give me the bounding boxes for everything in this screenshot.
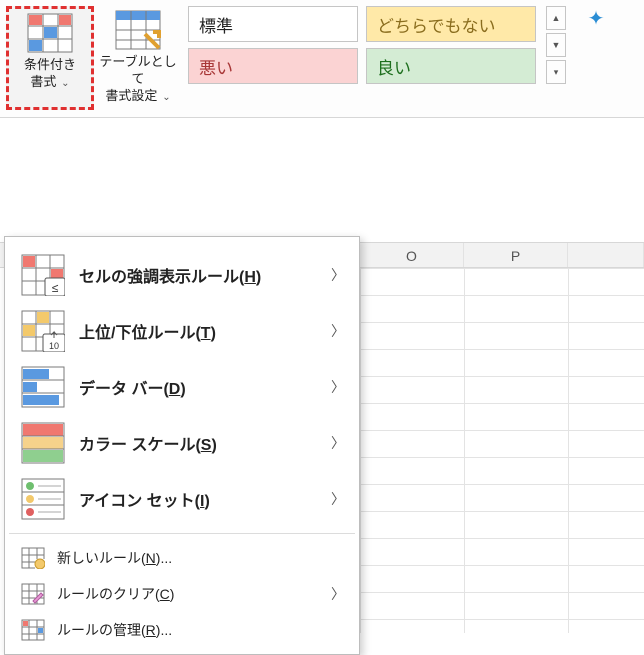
menu-top-bottom-rules[interactable]: 10 上位/下位ルール(T) 〉 [5,303,359,359]
format-as-table-button[interactable]: テーブルとして 書式設定 ⌄ [94,6,182,110]
ribbon-extra-icon[interactable]: ✦ [586,6,606,30]
new-rule-icon [21,547,45,569]
ribbon-styles-group: 条件付き 書式 ⌄ テーブルとして 書式設定 ⌄ 標準 どちらでもない 悪い [0,0,644,118]
gallery-scroll-up[interactable]: ▲ [546,6,566,30]
format-as-table-icon [115,10,161,50]
cell-style-bad[interactable]: 悪い [188,48,358,84]
cond-format-label-1: 条件付き [24,57,76,72]
top-bottom-icon: 10 [21,310,65,352]
manage-rules-icon [21,619,45,641]
menu-clear-rules[interactable]: ルールのクリア(C) 〉 [5,576,359,612]
chevron-right-icon: 〉 [331,321,345,341]
chevron-right-icon: 〉 [331,489,345,509]
highlight-cells-icon: ≤ [21,254,65,296]
menu-color-scales[interactable]: カラー スケール(S) 〉 [5,415,359,471]
menu-separator [9,533,355,534]
chevron-right-icon: 〉 [331,584,345,604]
data-bars-icon [21,366,65,408]
chevron-down-icon: ⌄ [159,92,170,103]
chevron-right-icon: 〉 [331,265,345,285]
conditional-formatting-button[interactable]: 条件付き 書式 ⌄ [6,6,94,110]
cell-style-good[interactable]: 良い [366,48,536,84]
menu-manage-rules[interactable]: ルールの管理(R)... [5,612,359,648]
conditional-formatting-icon [27,13,73,53]
menu-new-rule[interactable]: 新しいルール(N)... [5,540,359,576]
menu-data-bars[interactable]: データ バー(D) 〉 [5,359,359,415]
style-gallery-spinner: ▲ ▼ ▾ [546,6,566,84]
menu-icon-sets[interactable]: アイコン セット(I) 〉 [5,471,359,527]
color-scales-icon [21,422,65,464]
table-format-label-1: テーブルとして [99,54,176,86]
column-header-p[interactable]: P [464,243,568,267]
table-format-label-2: 書式設定 [105,88,157,103]
gallery-expand[interactable]: ▾ [546,60,566,84]
svg-text:≤: ≤ [52,281,59,295]
chevron-down-icon: ⌄ [58,78,69,89]
cell-style-neutral[interactable]: どちらでもない [366,6,536,42]
clear-rules-icon [21,583,45,605]
cell-style-normal[interactable]: 標準 [188,6,358,42]
chevron-right-icon: 〉 [331,377,345,397]
svg-text:10: 10 [49,341,59,351]
worksheet-area: O P ≤ セルの強調表示ルール(H) 〉 10 上位/下位ルール(T) 〉 [0,118,644,633]
column-header-o[interactable]: O [360,243,464,267]
cell-styles-gallery: 標準 どちらでもない 悪い 良い ▲ ▼ ▾ [188,6,566,84]
cond-format-label-2: 書式 [30,74,56,89]
conditional-formatting-menu: ≤ セルの強調表示ルール(H) 〉 10 上位/下位ルール(T) 〉 データ バ… [4,236,360,655]
icon-sets-icon [21,478,65,520]
menu-highlight-cells-rules[interactable]: ≤ セルの強調表示ルール(H) 〉 [5,247,359,303]
chevron-right-icon: 〉 [331,433,345,453]
worksheet-grid[interactable] [360,268,644,633]
gallery-scroll-down[interactable]: ▼ [546,33,566,57]
